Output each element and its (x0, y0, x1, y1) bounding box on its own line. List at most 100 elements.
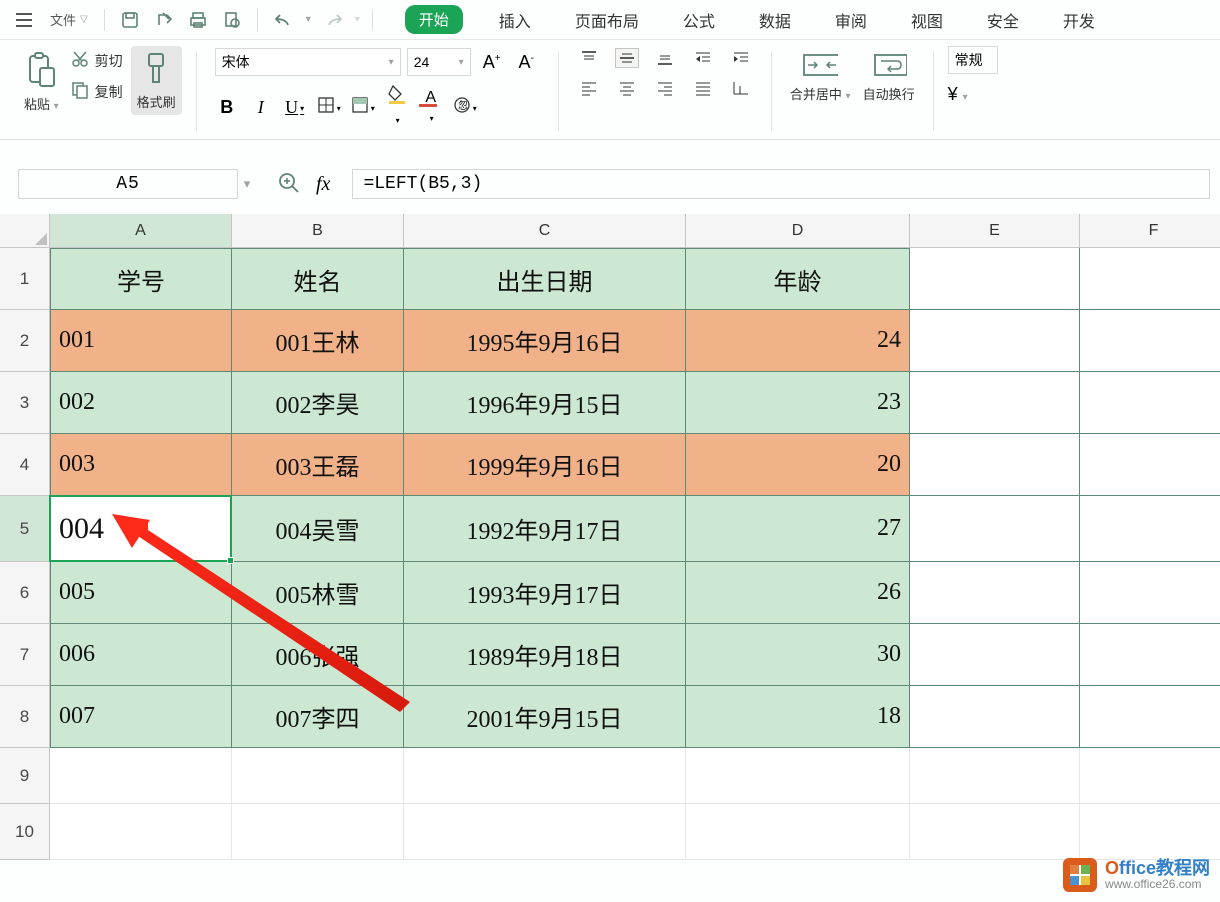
align-top-button[interactable] (577, 48, 601, 68)
col-header-C[interactable]: C (404, 214, 686, 248)
cell[interactable] (1080, 310, 1220, 372)
font-name-combo[interactable]: 宋体 ▾ (215, 48, 401, 76)
cell[interactable]: 年龄 (686, 248, 910, 310)
cell[interactable]: 27 (686, 496, 910, 562)
hamburger-icon[interactable] (10, 10, 38, 30)
merge-center-button[interactable]: 合并居中 ▾ (786, 46, 855, 107)
tab-formula[interactable]: 公式 (675, 2, 723, 38)
tab-view[interactable]: 视图 (903, 2, 951, 38)
redo-icon[interactable] (319, 9, 347, 31)
cut-button[interactable]: 剪切 (67, 48, 127, 73)
row-header-6[interactable]: 6 (0, 562, 50, 624)
cell[interactable] (910, 562, 1080, 624)
decrease-indent-button[interactable] (691, 48, 715, 68)
undo-icon[interactable] (270, 9, 298, 31)
tab-developer[interactable]: 开发 (1055, 2, 1103, 38)
cell[interactable] (404, 804, 686, 860)
cell[interactable] (232, 748, 404, 804)
cell[interactable] (910, 686, 1080, 748)
cell[interactable] (404, 748, 686, 804)
cell[interactable]: 004 (50, 496, 232, 562)
cell[interactable]: 004吴雪 (232, 496, 404, 562)
col-header-B[interactable]: B (232, 214, 404, 248)
print-preview-icon[interactable] (219, 9, 245, 31)
fx-icon[interactable]: fx (316, 173, 330, 196)
row-header-8[interactable]: 8 (0, 686, 50, 748)
copy-button[interactable]: 复制 (67, 79, 127, 104)
cell[interactable]: 23 (686, 372, 910, 434)
orientation-button[interactable] (729, 78, 753, 98)
cell[interactable]: 001 (50, 310, 232, 372)
tab-review[interactable]: 审阅 (827, 2, 875, 38)
name-box-dropdown[interactable]: ▾ (238, 176, 256, 192)
zoom-icon[interactable] (278, 172, 300, 197)
cell[interactable]: 1993年9月17日 (404, 562, 686, 624)
save-icon[interactable] (117, 9, 143, 31)
tab-page-layout[interactable]: 页面布局 (567, 2, 647, 38)
row-header-3[interactable]: 3 (0, 372, 50, 434)
col-header-F[interactable]: F (1080, 214, 1220, 248)
bold-button[interactable]: B (215, 97, 239, 118)
cell-style-button[interactable]: ▾ (351, 96, 375, 119)
tab-home[interactable]: 开始 (405, 5, 463, 34)
cell[interactable]: 1992年9月17日 (404, 496, 686, 562)
redo-dropdown-icon[interactable]: ▾ (355, 14, 360, 25)
font-size-combo[interactable]: 24 ▾ (407, 48, 471, 76)
wrap-text-button[interactable]: 自动换行 (859, 46, 919, 107)
increase-font-button[interactable]: A+ (477, 50, 507, 75)
col-header-D[interactable]: D (686, 214, 910, 248)
cell[interactable]: 007 (50, 686, 232, 748)
row-header-1[interactable]: 1 (0, 248, 50, 310)
cell[interactable]: 002李昊 (232, 372, 404, 434)
align-right-button[interactable] (653, 78, 677, 98)
file-menu[interactable]: 文件 ▽ (46, 8, 92, 31)
cell[interactable] (1080, 624, 1220, 686)
cell[interactable]: 003王磊 (232, 434, 404, 496)
number-format-combo[interactable]: 常规 (948, 46, 998, 74)
export-icon[interactable] (151, 9, 177, 31)
cell[interactable] (1080, 248, 1220, 310)
underline-button[interactable]: U▾ (283, 97, 307, 118)
cell[interactable]: 26 (686, 562, 910, 624)
paste-button[interactable]: 粘贴 ▾ (20, 46, 63, 117)
cell[interactable]: 20 (686, 434, 910, 496)
select-all-button[interactable] (0, 214, 50, 248)
cell[interactable]: 1996年9月15日 (404, 372, 686, 434)
cell[interactable] (1080, 748, 1220, 804)
cell[interactable]: 005 (50, 562, 232, 624)
cell[interactable] (1080, 562, 1220, 624)
cell[interactable] (1080, 496, 1220, 562)
row-header-7[interactable]: 7 (0, 624, 50, 686)
cells-area[interactable]: 学号姓名出生日期年龄001001王林1995年9月16日24002002李昊19… (50, 248, 1220, 860)
row-header-4[interactable]: 4 (0, 434, 50, 496)
cell[interactable]: 005林雪 (232, 562, 404, 624)
cell[interactable] (1080, 434, 1220, 496)
increase-indent-button[interactable] (729, 48, 753, 68)
align-left-button[interactable] (577, 78, 601, 98)
borders-button[interactable]: ▾ (317, 96, 341, 119)
align-center-button[interactable] (615, 78, 639, 98)
col-header-A[interactable]: A (50, 214, 232, 248)
cell[interactable]: 006 (50, 624, 232, 686)
cell[interactable]: 1995年9月16日 (404, 310, 686, 372)
decrease-font-button[interactable]: A- (513, 50, 540, 75)
cell[interactable] (1080, 686, 1220, 748)
cell[interactable] (910, 248, 1080, 310)
cell[interactable] (1080, 804, 1220, 860)
align-bottom-button[interactable] (653, 48, 677, 68)
cell[interactable]: 30 (686, 624, 910, 686)
cell[interactable]: 001王林 (232, 310, 404, 372)
undo-dropdown-icon[interactable]: ▾ (306, 14, 311, 25)
cell[interactable] (910, 310, 1080, 372)
font-color-button[interactable]: A ▾ (419, 86, 443, 128)
cell[interactable]: 1999年9月16日 (404, 434, 686, 496)
tab-security[interactable]: 安全 (979, 2, 1027, 38)
cell[interactable] (1080, 372, 1220, 434)
name-box[interactable]: A5 (18, 169, 238, 199)
cell[interactable] (50, 748, 232, 804)
cell[interactable] (50, 804, 232, 860)
cell[interactable] (910, 496, 1080, 562)
tab-data[interactable]: 数据 (751, 2, 799, 38)
cell[interactable] (910, 372, 1080, 434)
row-header-5[interactable]: 5 (0, 496, 50, 562)
